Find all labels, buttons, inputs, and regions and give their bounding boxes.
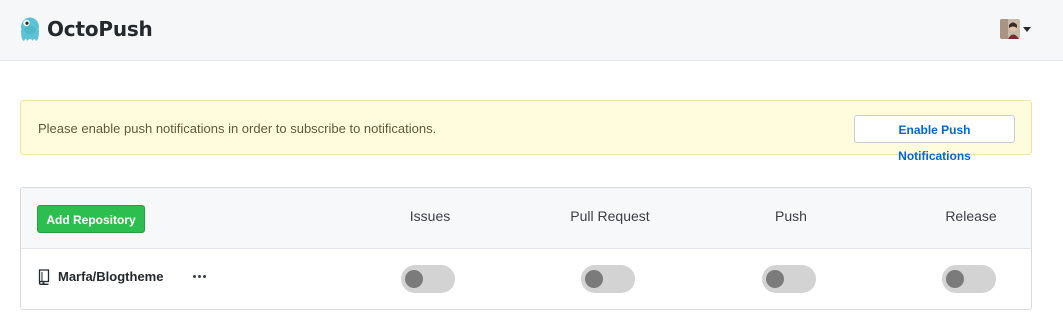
table-row: Marfa/Blogtheme [21, 249, 1031, 309]
octopus-logo-icon [21, 17, 39, 41]
pull-request-toggle[interactable] [581, 265, 635, 293]
column-header-release: Release [945, 208, 997, 224]
top-navbar: OctoPush [0, 0, 1063, 61]
release-toggle[interactable] [942, 265, 996, 293]
table-header: Add Repository Issues Pull Request Push … [21, 188, 1031, 249]
issues-toggle[interactable] [401, 265, 455, 293]
repository-table: Add Repository Issues Pull Request Push … [20, 187, 1032, 310]
repository-name-link[interactable]: Marfa/Blogtheme [58, 269, 163, 284]
column-header-issues: Issues [409, 208, 451, 224]
toggle-knob [585, 270, 603, 288]
enable-push-notifications-button[interactable]: Enable Push Notifications [854, 115, 1015, 163]
column-header-pull-request: Pull Request [570, 208, 650, 224]
toggle-knob [405, 270, 423, 288]
toggle-knob [766, 270, 784, 288]
toggle-knob [946, 270, 964, 288]
more-horizontal-icon[interactable] [189, 266, 209, 286]
caret-down-icon [1023, 26, 1031, 32]
push-toggle[interactable] [762, 265, 816, 293]
repo-book-icon [38, 269, 50, 285]
push-notification-alert: Please enable push notifications in orde… [20, 100, 1032, 163]
alert-message: Please enable push notifications in orde… [38, 121, 437, 136]
add-repository-button[interactable]: Add Repository [37, 205, 145, 233]
user-menu-dropdown[interactable] [1000, 19, 1031, 39]
user-avatar-icon [1000, 19, 1020, 39]
brand[interactable]: OctoPush [19, 15, 153, 43]
column-header-push: Push [775, 208, 807, 224]
app-name: OctoPush [47, 17, 153, 41]
